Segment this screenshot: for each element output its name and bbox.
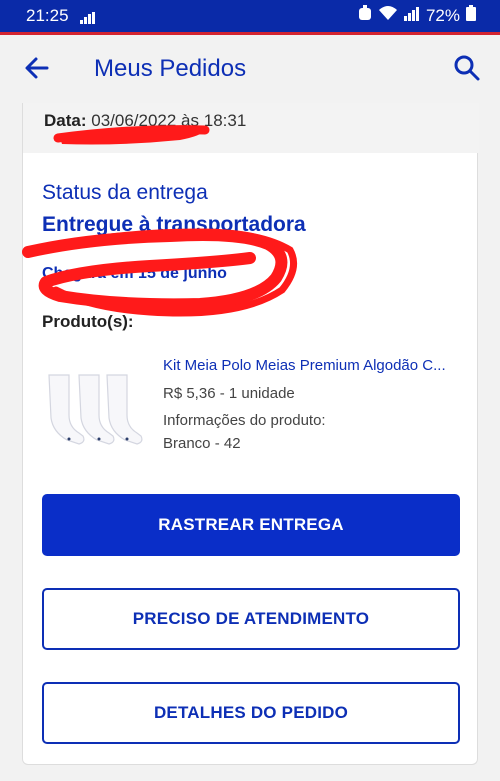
page-title: Meus Pedidos bbox=[94, 55, 247, 82]
product-variant: Branco - 42 bbox=[163, 435, 241, 452]
order-date-row: Data: 03/06/2022 às 18:31 bbox=[23, 103, 479, 153]
battery-percent: 72% bbox=[425, 5, 460, 25]
search-icon[interactable] bbox=[452, 53, 482, 83]
product-price-qty: R$ 5,36 - 1 unidade bbox=[163, 385, 295, 402]
wifi-icon bbox=[378, 5, 398, 26]
date-value: 03/06/2022 às 18:31 bbox=[91, 111, 247, 130]
back-arrow-icon[interactable] bbox=[22, 53, 52, 83]
product-image[interactable] bbox=[43, 365, 153, 450]
delivery-status-label: Status da entrega bbox=[42, 181, 208, 204]
order-card: Data: 03/06/2022 às 18:31 Status da entr… bbox=[22, 103, 479, 765]
delivery-eta: Chegará em 15 de junho bbox=[42, 265, 227, 282]
order-details-button[interactable]: DETALHES DO PEDIDO bbox=[42, 682, 460, 744]
product-info-label: Informações do produto: bbox=[163, 412, 326, 429]
products-label: Produto(s): bbox=[42, 312, 134, 331]
app-header: Meus Pedidos bbox=[0, 35, 500, 103]
alarm-icon bbox=[358, 5, 372, 26]
date-label: Data: bbox=[44, 111, 87, 130]
battery-icon bbox=[466, 5, 476, 26]
signal-bars-icon bbox=[80, 9, 96, 29]
status-time: 21:25 bbox=[26, 6, 69, 25]
cell-signal-icon bbox=[403, 6, 420, 26]
track-delivery-button[interactable]: RASTREAR ENTREGA bbox=[42, 494, 460, 556]
delivery-status-value: Entregue à transportadora bbox=[42, 213, 306, 236]
product-name-link[interactable]: Kit Meia Polo Meias Premium Algodão C... bbox=[163, 357, 463, 374]
status-bar: 21:25 72% bbox=[0, 0, 500, 32]
need-support-button[interactable]: PRECISO DE ATENDIMENTO bbox=[42, 588, 460, 650]
